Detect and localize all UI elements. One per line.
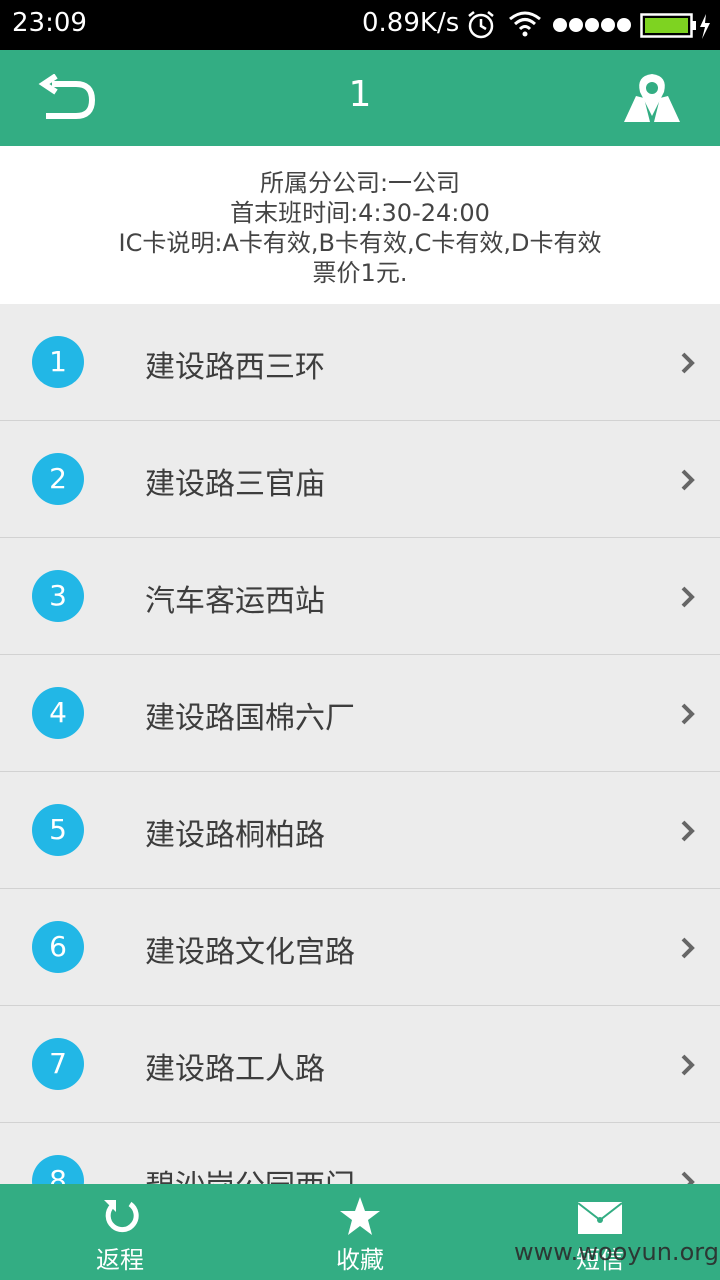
signal-dots-icon xyxy=(553,18,631,32)
chevron-right-icon xyxy=(681,703,695,725)
watermark-text: www.wooyun.org xyxy=(514,1238,719,1266)
service-hours-text: 首末班时间:4:30-24:00 xyxy=(230,199,490,227)
alarm-icon xyxy=(468,11,494,39)
stop-name: 建设路三官庙 xyxy=(145,467,325,502)
app-header: 1 xyxy=(0,50,720,146)
stop-number-badge: 4 xyxy=(32,687,84,739)
stop-name: 建设路桐柏路 xyxy=(145,818,325,853)
list-item[interactable]: 6 建设路文化宫路 xyxy=(0,889,720,1006)
chevron-right-icon xyxy=(681,937,695,959)
stop-name: 建设路国棉六厂 xyxy=(145,701,355,736)
status-bar: 23:09 0.89K/s xyxy=(0,0,720,50)
stop-name: 碧沙岗公园西门 xyxy=(145,1161,355,1184)
company-text: 所属分公司:一公司 xyxy=(259,169,461,197)
battery-icon xyxy=(640,13,710,39)
stop-name: 汽车客运西站 xyxy=(145,584,325,619)
stop-number-badge: 5 xyxy=(32,804,84,856)
list-item[interactable]: 7 建设路工人路 xyxy=(0,1006,720,1123)
stop-number-badge: 3 xyxy=(32,570,84,622)
stop-name: 建设路文化宫路 xyxy=(145,935,355,970)
chevron-right-icon xyxy=(681,586,695,608)
list-item[interactable]: 5 建设路桐柏路 xyxy=(0,772,720,889)
stop-number-badge: 6 xyxy=(32,921,84,973)
favorite-button[interactable]: 收藏 xyxy=(240,1184,480,1280)
fare-text: 票价1元. xyxy=(312,259,408,287)
page-title: 1 xyxy=(348,74,372,115)
route-info: 所属分公司:一公司 首末班时间:4:30-24:00 IC卡说明:A卡有效,B卡… xyxy=(0,146,720,304)
star-icon xyxy=(340,1197,380,1235)
stop-name: 建设路西三环 xyxy=(145,350,325,385)
list-item[interactable]: 3 汽车客运西站 xyxy=(0,538,720,655)
return-trip-label: 返程 xyxy=(96,1246,144,1274)
list-item[interactable]: 4 建设路国棉六厂 xyxy=(0,655,720,772)
list-item[interactable]: 8 碧沙岗公园西门 xyxy=(0,1123,720,1184)
ic-card-text: IC卡说明:A卡有效,B卡有效,C卡有效,D卡有效 xyxy=(118,229,602,257)
stop-number-badge: 1 xyxy=(32,336,84,388)
favorite-label: 收藏 xyxy=(336,1246,384,1274)
map-icon[interactable] xyxy=(622,72,682,126)
refresh-icon xyxy=(104,1200,139,1233)
return-trip-button[interactable]: 返程 xyxy=(0,1184,240,1280)
status-time: 23:09 xyxy=(12,8,87,38)
chevron-right-icon xyxy=(681,820,695,842)
stop-number-badge: 2 xyxy=(32,453,84,505)
chevron-right-icon xyxy=(681,469,695,491)
stop-name: 建设路工人路 xyxy=(145,1052,325,1087)
status-network-speed: 0.89K/s xyxy=(362,8,460,38)
chevron-right-icon xyxy=(681,352,695,374)
list-item[interactable]: 2 建设路三官庙 xyxy=(0,421,720,538)
stop-number-badge: 8 xyxy=(32,1155,84,1184)
chevron-right-icon xyxy=(681,1054,695,1076)
stop-number-badge: 7 xyxy=(32,1038,84,1090)
stop-list: 1 建设路西三环 2 建设路三官庙 3 汽车客运西站 4 建设路国棉六厂 5 建… xyxy=(0,304,720,1184)
envelope-icon xyxy=(578,1202,622,1234)
list-item[interactable]: 1 建设路西三环 xyxy=(0,304,720,421)
wifi-icon xyxy=(509,11,541,37)
chevron-right-icon xyxy=(681,1171,695,1184)
